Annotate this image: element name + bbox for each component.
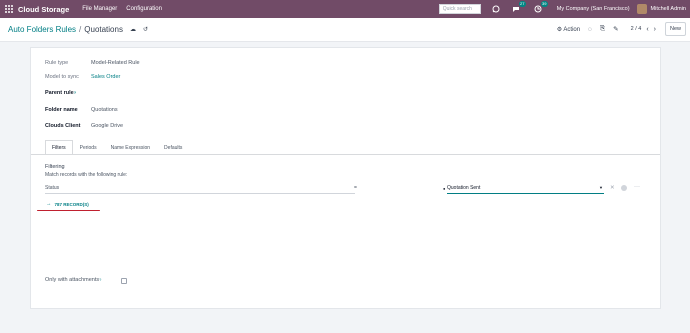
activities-badge: 39: [540, 1, 548, 7]
activities-icon[interactable]: 39: [533, 1, 548, 14]
cloud-client-value[interactable]: Google Drive: [91, 123, 123, 129]
model-row: Model to sync Sales Order: [45, 74, 120, 80]
menu-configuration[interactable]: Configuration: [126, 6, 162, 12]
filter-title: Filtering: [45, 164, 65, 170]
rule-type-row: Rule type Model-Related Rule: [45, 60, 140, 66]
parent-rule-label: Parent rule?: [45, 90, 77, 96]
folder-name-label: Folder name: [45, 107, 78, 113]
rule-type-value[interactable]: Model-Related Rule: [91, 60, 140, 66]
close-icon[interactable]: ✕: [610, 185, 615, 191]
top-navbar: Cloud Storage File Manager Configuration…: [0, 0, 690, 18]
pager-value[interactable]: 2 / 4: [631, 26, 642, 32]
chat-icon[interactable]: ◌: [588, 26, 592, 33]
folder-name-row: Folder name Quotations: [45, 107, 118, 113]
tab-filters[interactable]: Filters: [45, 140, 73, 154]
company-switcher[interactable]: My Company (San Francisco): [557, 6, 630, 12]
form-sheet: Rule type Model-Related Rule Model to sy…: [30, 47, 661, 309]
app-brand[interactable]: Cloud Storage: [18, 5, 69, 14]
tab-name-expression[interactable]: Name Expression: [104, 140, 157, 154]
parent-rule-row: Parent rule?: [45, 90, 91, 96]
attachments-help-icon[interactable]: ?: [99, 277, 101, 282]
model-label: Model to sync: [45, 74, 79, 80]
new-button[interactable]: New: [665, 22, 686, 36]
rule-value-text: Quotation Sent: [447, 185, 481, 191]
filter-subtitle: Match records with the following rule:: [45, 172, 128, 178]
tabs-divider: [31, 154, 660, 155]
rule-value-select[interactable]: ● Quotation Sent ▼: [443, 185, 604, 194]
arrow-right-icon: →: [46, 201, 52, 207]
form-tabs: Filters Periods Name Expression Defaults: [45, 140, 189, 154]
attachments-checkbox[interactable]: [121, 278, 127, 284]
quick-search-input[interactable]: Quick search: [438, 4, 481, 14]
messages-badge: 27: [518, 1, 526, 7]
messages-icon[interactable]: 27: [511, 1, 526, 14]
discard-icon[interactable]: ↺: [143, 26, 148, 33]
breadcrumb-parent[interactable]: Auto Folders Rules: [8, 25, 76, 34]
tab-periods[interactable]: Periods: [73, 140, 104, 154]
pin-icon[interactable]: ✎: [613, 25, 618, 33]
apps-menu-icon[interactable]: [4, 4, 14, 14]
menu-file-manager[interactable]: File Manager: [82, 6, 117, 12]
action-button[interactable]: ⚙ Action: [557, 26, 580, 33]
folder-name-value[interactable]: Quotations: [91, 107, 118, 113]
bullet-icon: ●: [443, 186, 446, 191]
cloud-save-icon[interactable]: ☁: [130, 26, 136, 33]
user-avatar[interactable]: [636, 4, 647, 14]
bug-icon[interactable]: [491, 4, 501, 14]
chevron-down-icon: ▼: [599, 185, 603, 190]
records-count: 787 RECORD(S): [54, 201, 89, 207]
records-link[interactable]: → 787 RECORD(S): [46, 201, 89, 207]
add-rule-icon[interactable]: [621, 185, 627, 191]
user-menu[interactable]: Mitchell Admin: [651, 6, 686, 12]
model-value[interactable]: Sales Order: [91, 74, 120, 80]
breadcrumb-separator: /: [79, 25, 82, 34]
rule-operator[interactable]: =: [354, 185, 357, 191]
annotation-underline: [37, 210, 100, 211]
tab-defaults[interactable]: Defaults: [157, 140, 189, 154]
control-panel: Auto Folders Rules / Quotations ☁ ↺ ⚙ Ac…: [0, 18, 690, 42]
breadcrumb: Auto Folders Rules / Quotations ☁ ↺: [8, 25, 148, 34]
rule-type-label: Rule type: [45, 60, 69, 66]
rule-field-select[interactable]: Status: [45, 185, 355, 194]
cloud-client-row: Clouds Client Google Drive: [45, 123, 123, 129]
more-icon[interactable]: ···: [634, 184, 640, 190]
cloud-client-label: Clouds Client: [45, 123, 81, 129]
pager-previous-icon[interactable]: ‹: [646, 26, 648, 33]
attachment-icon[interactable]: ⎘: [600, 25, 605, 33]
attachments-label: Only with attachments?: [45, 277, 102, 283]
breadcrumb-current: Quotations: [84, 25, 123, 34]
pager-next-icon[interactable]: ›: [654, 26, 656, 33]
parent-rule-help-icon[interactable]: ?: [74, 90, 76, 95]
